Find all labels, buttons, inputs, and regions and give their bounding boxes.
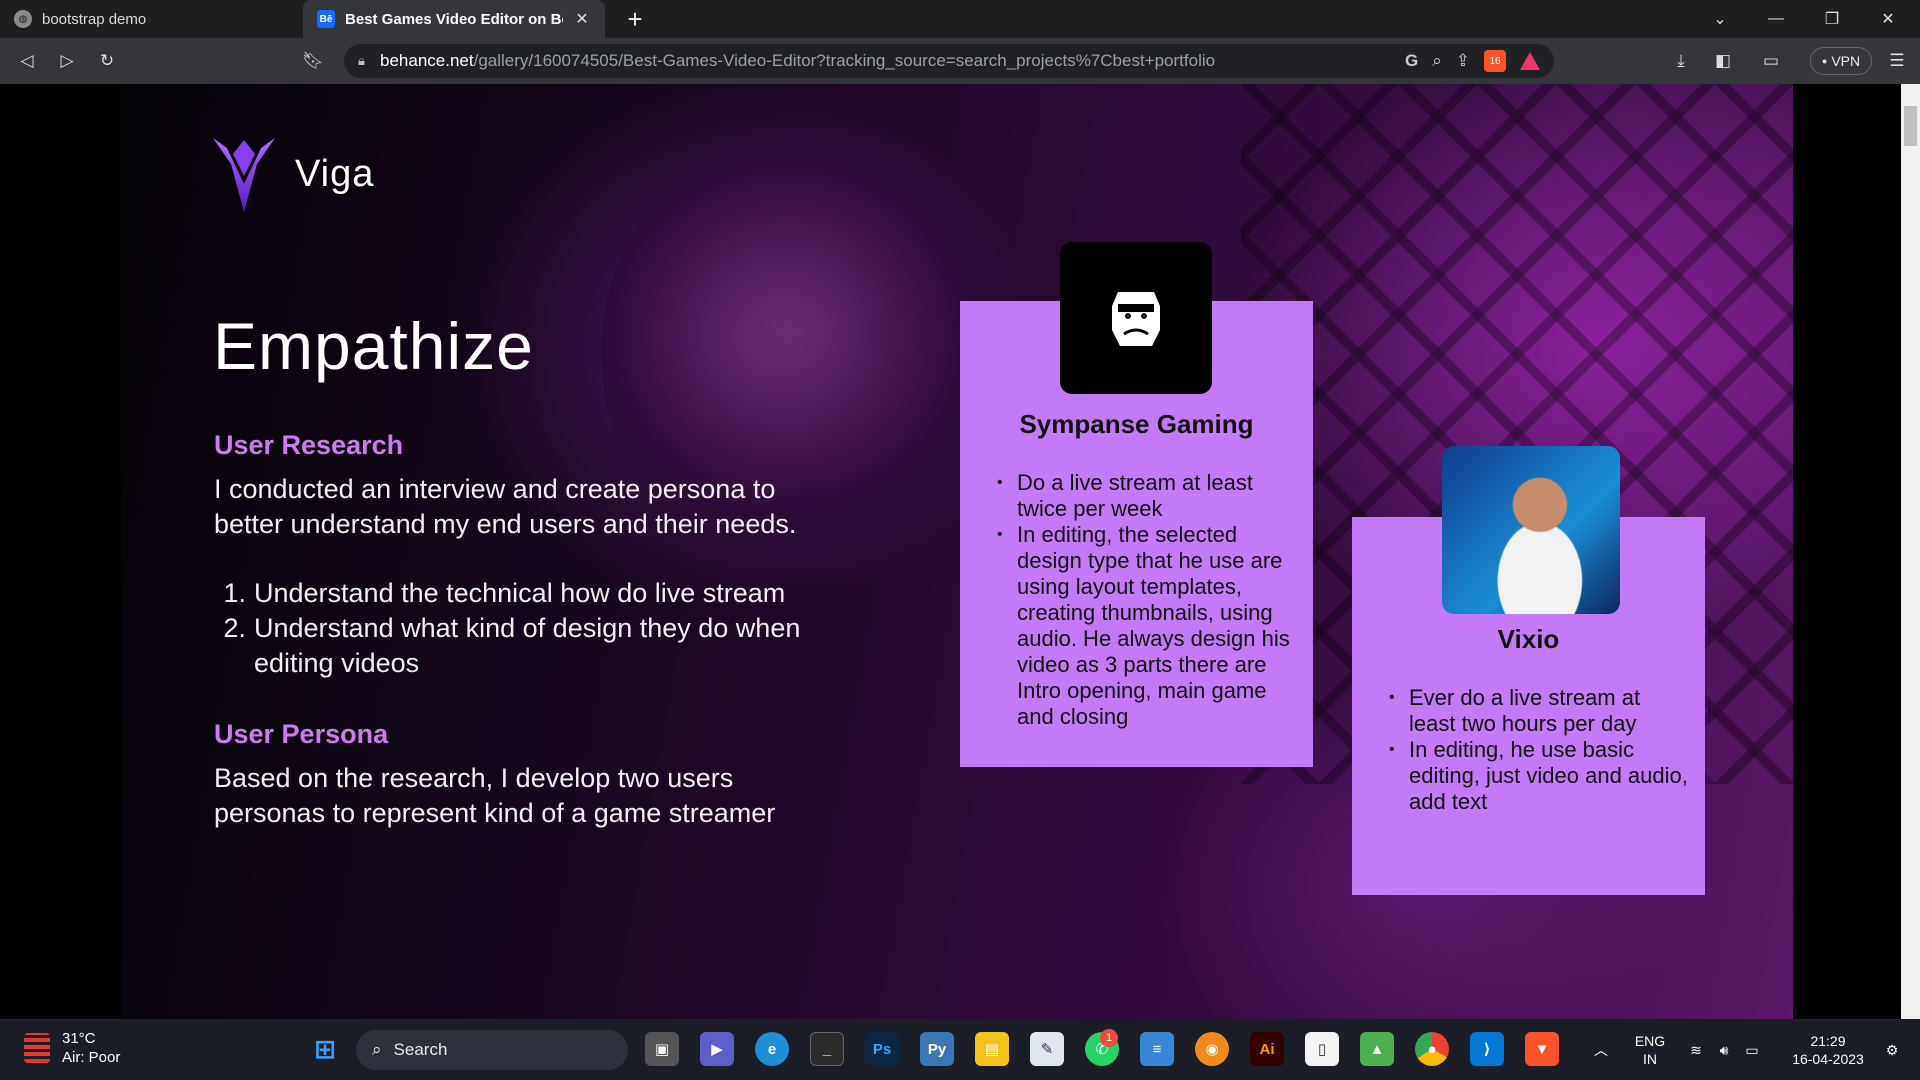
brave-rewards-icon[interactable] [1520,52,1540,70]
photoshop-icon[interactable]: Ps [865,1032,899,1066]
whatsapp-badge: 1 [1100,1029,1118,1047]
user-persona-title: User Persona [214,719,389,749]
user-research-text: I conducted an interview and create pers… [214,474,797,539]
project-artboard: Viga Empathize User Research I conducted… [121,84,1793,1019]
search-icon: ⌕ [372,1040,382,1059]
tab-strip: ◍ bootstrap demo Bē Best Games Video Edi… [0,0,1920,38]
vscode-icon[interactable]: ⟩ [1470,1032,1504,1066]
search-label: Search [393,1040,448,1059]
taskbar-search[interactable]: ⌕ Search [356,1030,628,1070]
behance-icon: Bē [317,10,335,28]
terminal-icon[interactable]: _ [810,1032,844,1066]
viga-logo: Viga [211,134,374,214]
reload-button[interactable]: ↻ [92,46,122,76]
wifi-icon[interactable]: ≋ [1684,1019,1708,1080]
python-icon[interactable]: Py [920,1032,954,1066]
image-viewer-icon[interactable]: ▲ [1360,1032,1394,1066]
tab-search-chevron-icon[interactable]: ⌄ [1692,0,1748,38]
tab-bootstrap-demo[interactable]: ◍ bootstrap demo [0,0,300,38]
page-scrollbar[interactable] [1901,84,1920,1019]
close-tab-icon[interactable]: ✕ [573,9,591,29]
viga-logo-icon [213,138,275,212]
clock-date: 16-04-2023 [1792,1050,1864,1067]
page-heading: Empathize [213,309,534,383]
lock-icon: 🔒︎ [358,53,365,68]
streamer-photo [1442,446,1620,614]
page-viewport: Viga Empathize User Research I conducted… [0,84,1901,1019]
clock-time: 21:29 [1810,1032,1846,1049]
brave-shield-icon[interactable]: 16 [1484,50,1506,72]
list-item: • Do a live stream at least twice per wee… [997,470,1253,521]
new-tab-button[interactable]: + [620,4,650,34]
clock[interactable]: 21:29 16-04-2023 [1782,1019,1874,1080]
forward-button[interactable]: ▷ [52,46,82,76]
persona-name: Vixio [1497,624,1560,654]
user-persona-text: Based on the research, I develop two use… [214,763,776,828]
list-item: 1. Understand the technical how do live … [223,578,786,608]
logo-text: Viga [295,152,375,195]
tab-title: Best Games Video Editor on Beha [345,10,563,28]
notifications-icon[interactable]: ⚙ [1878,1019,1906,1080]
document-icon[interactable]: ▯ [1305,1032,1339,1066]
close-window-button[interactable]: ✕ [1860,0,1916,38]
tab-behance[interactable]: Bē Best Games Video Editor on Beha ✕ [303,0,605,38]
brave-icon[interactable]: ▼ [1525,1032,1559,1066]
wallet-icon[interactable]: ▭ [1756,46,1786,76]
weather-temp: 31°C [62,1030,96,1047]
blender-icon[interactable]: ◉ [1195,1032,1229,1066]
sidebar-icon[interactable]: ◧ [1708,46,1738,76]
volume-icon[interactable]: 🔊︎ [1712,1019,1736,1080]
list-item: • Ever do a live stream at least two hour… [1389,685,1641,736]
address-bar[interactable]: 🔒︎ behance.net /gallery/160074505/Best-G… [344,44,1554,78]
url-host: behance.net [380,51,474,70]
list-item: • In editing, the selected design type th… [997,522,1290,729]
list-item: 2. Understand what kind of design they d… [223,613,801,678]
windows-taskbar: 31°C Air: Poor ⊞ ⌕ Search ▣ ▶ e _ Ps Py ▤… [0,1019,1920,1080]
tab-title: bootstrap demo [42,10,147,28]
zoom-icon[interactable]: ⌕ [1432,51,1442,71]
persona-bullets: • Ever do a live stream at least two hour… [1389,685,1689,815]
google-icon[interactable]: G [1405,51,1418,71]
show-hidden-icons[interactable]: ︿ [1586,1019,1616,1080]
file-explorer-icon[interactable]: ▤ [975,1032,1009,1066]
research-goals-list: 1. Understand the technical how do live … [214,576,834,681]
vpn-button[interactable]: ● VPN [1810,47,1872,75]
notepad-icon[interactable]: ✎ [1030,1032,1064,1066]
weather-icon [24,1033,50,1063]
url-path: /gallery/160074505/Best-Games-Video-Edit… [473,51,1216,70]
gorilla-icon [1060,242,1212,394]
minimize-button[interactable]: — [1748,0,1804,38]
notes-icon[interactable]: ≡ [1140,1032,1174,1066]
browser-toolbar: ◁ ▷ ↻ 🔖︎ 🔒︎ behance.net /gallery/1600745… [0,38,1920,84]
battery-icon[interactable]: ▭ [1740,1019,1764,1080]
persona-bullets: • Do a live stream at least twice per wee… [997,470,1297,730]
chrome-icon[interactable]: ● [1415,1032,1449,1066]
bookmark-icon[interactable]: 🔖︎ [298,46,328,76]
edge-icon[interactable]: e [755,1032,789,1066]
restore-button[interactable]: ❐ [1804,0,1860,38]
menu-icon[interactable]: ☰ [1882,46,1912,76]
persona-name: Sympanse Gaming [1019,409,1254,439]
task-view-icon[interactable]: ▣ [645,1032,679,1066]
share-icon[interactable]: ⇪ [1456,51,1470,71]
scrollbar-thumb[interactable] [1904,106,1917,146]
teams-icon[interactable]: ▶ [700,1032,734,1066]
weather-desc: Air: Poor [62,1049,121,1066]
language-indicator[interactable]: ENG IN [1630,1019,1670,1080]
back-button[interactable]: ◁ [12,46,42,76]
illustrator-icon[interactable]: Ai [1250,1032,1284,1066]
start-icon[interactable]: ⊞ [308,1032,342,1066]
user-research-title: User Research [214,430,404,460]
list-item: • In editing, he use basic editing, just … [1389,737,1688,814]
weather-widget[interactable]: 31°C Air: Poor [24,1029,120,1067]
download-icon[interactable]: ⤓ [1666,46,1696,76]
globe-icon: ◍ [14,10,32,28]
